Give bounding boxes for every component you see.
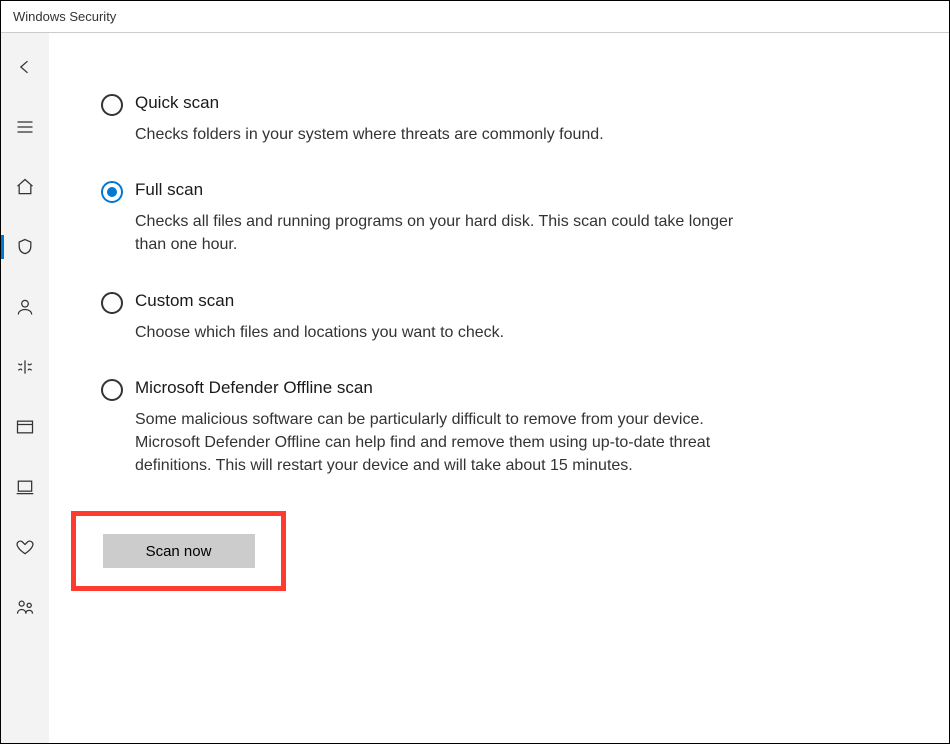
home-button[interactable] [1, 171, 49, 203]
device-health-button[interactable] [1, 531, 49, 563]
radio-custom-scan[interactable]: Custom scan Choose which files and locat… [101, 291, 741, 344]
device-security-icon [15, 477, 35, 497]
app-browser-button[interactable] [1, 411, 49, 443]
window-title: Windows Security [13, 9, 116, 24]
highlight-box: Scan now [71, 511, 286, 591]
radio-desc: Choose which files and locations you wan… [135, 321, 504, 344]
virus-protection-button[interactable] [1, 231, 49, 263]
window-titlebar: Windows Security [1, 1, 949, 33]
radio-mark-icon [101, 94, 123, 116]
radio-label: Custom scan [135, 291, 504, 311]
account-protection-button[interactable] [1, 291, 49, 323]
firewall-button[interactable] [1, 351, 49, 383]
family-button[interactable] [1, 591, 49, 623]
radio-mark-icon [101, 181, 123, 203]
sidebar [1, 33, 49, 743]
radio-label: Microsoft Defender Offline scan [135, 378, 741, 398]
firewall-icon [15, 357, 35, 377]
scan-now-button[interactable]: Scan now [103, 534, 255, 568]
radio-full-scan[interactable]: Full scan Checks all files and running p… [101, 180, 741, 256]
menu-icon [15, 117, 35, 137]
radio-desc: Checks all files and running programs on… [135, 210, 741, 256]
menu-button[interactable] [1, 111, 49, 143]
device-security-button[interactable] [1, 471, 49, 503]
radio-offline-scan[interactable]: Microsoft Defender Offline scan Some mal… [101, 378, 741, 478]
radio-label: Full scan [135, 180, 741, 200]
radio-mark-icon [101, 292, 123, 314]
back-button[interactable] [1, 51, 49, 83]
family-icon [15, 597, 35, 617]
radio-quick-scan[interactable]: Quick scan Checks folders in your system… [101, 93, 741, 146]
account-icon [15, 297, 35, 317]
app-browser-icon [15, 417, 35, 437]
back-icon [15, 57, 35, 77]
home-icon [15, 177, 35, 197]
radio-desc: Checks folders in your system where thre… [135, 123, 604, 146]
health-icon [15, 537, 35, 557]
radio-mark-icon [101, 379, 123, 401]
radio-desc: Some malicious software can be particula… [135, 408, 741, 478]
shield-icon [15, 237, 35, 257]
radio-label: Quick scan [135, 93, 604, 113]
main-content: Quick scan Checks folders in your system… [49, 33, 949, 743]
